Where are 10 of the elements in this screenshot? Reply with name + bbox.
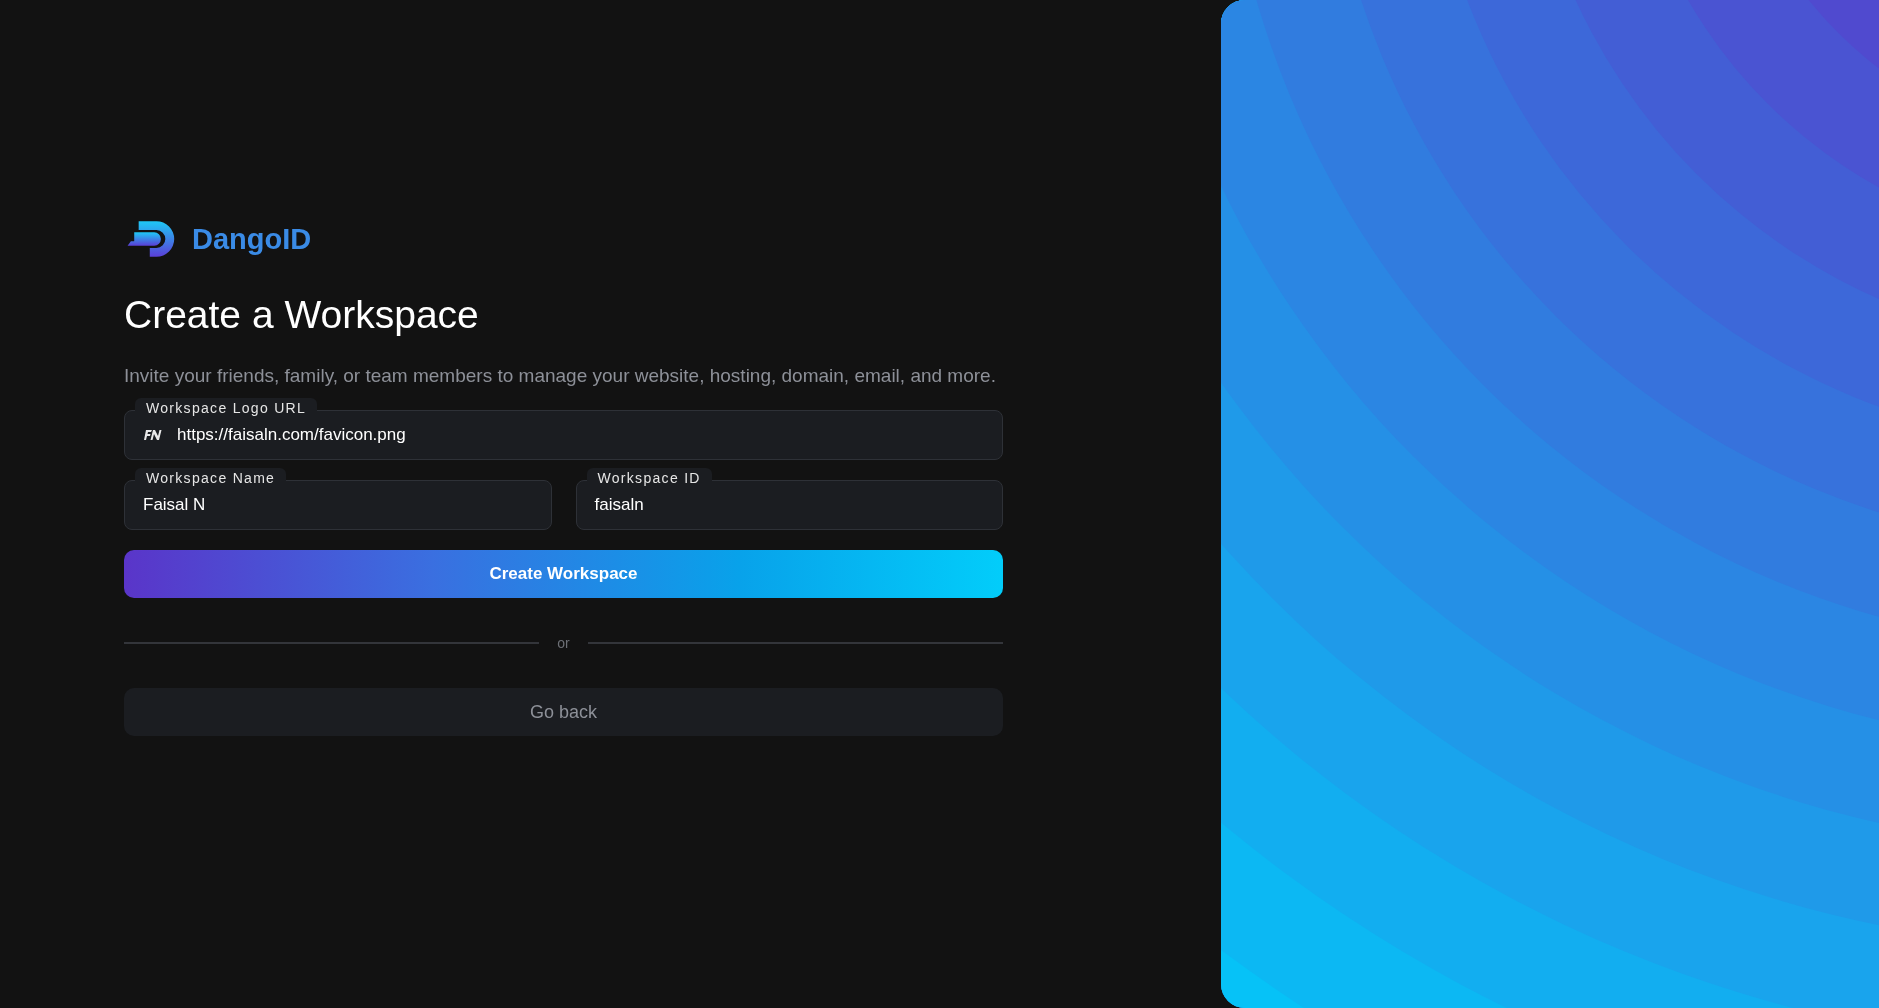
- description-text: Invite your friends, family, or team members to manage your website, hosting, domain, email, and more.: [124, 364, 997, 388]
- field-label: Workspace ID: [586, 468, 712, 488]
- divider-text: or: [557, 635, 570, 651]
- page-heading: Create a Workspace: [124, 293, 480, 337]
- field-label: Workspace Name: [135, 468, 287, 488]
- favicon-icon: [143, 430, 163, 440]
- create-workspace-button[interactable]: Create Workspace: [124, 550, 1003, 598]
- field-label: Workspace Logo URL: [135, 398, 318, 418]
- brand-name: DangoID: [192, 222, 312, 256]
- go-back-button[interactable]: Go back: [124, 688, 1003, 736]
